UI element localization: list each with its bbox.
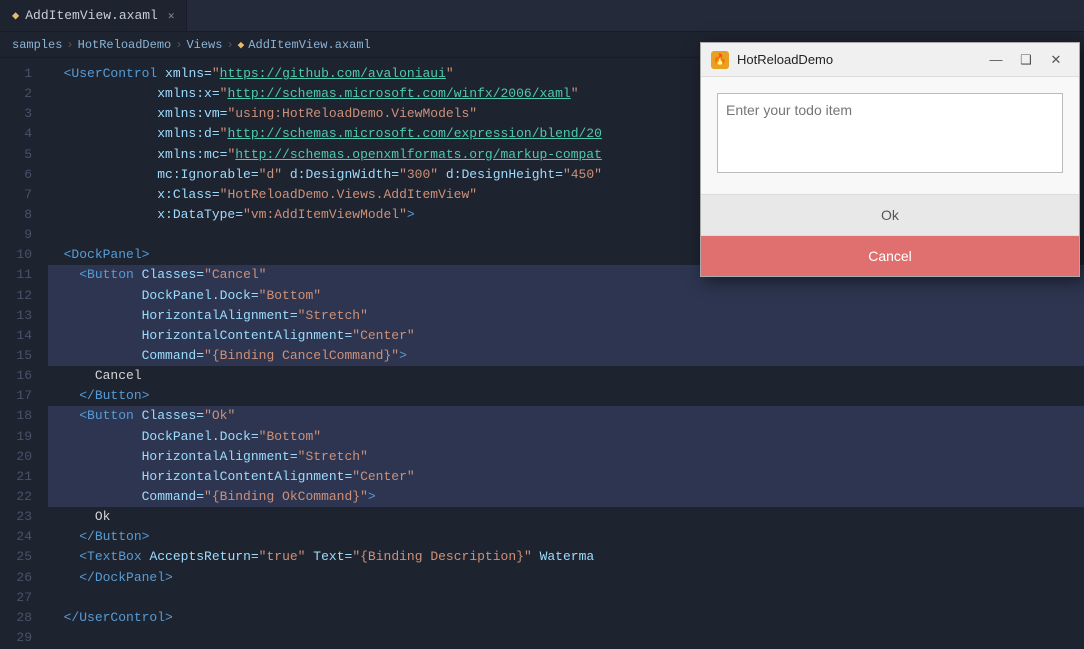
modal-title: HotReloadDemo — [737, 52, 975, 67]
code-line-24: </Button> — [48, 527, 1084, 547]
modal-titlebar: 🔥 HotReloadDemo — ❑ ✕ — [701, 43, 1079, 77]
code-line-16: Cancel — [48, 366, 1084, 386]
code-line-17: </Button> — [48, 386, 1084, 406]
code-line-26: </DockPanel> — [48, 568, 1084, 588]
code-line-29 — [48, 628, 1084, 648]
code-line-27 — [48, 588, 1084, 608]
modal-restore-button[interactable]: ❑ — [1013, 50, 1039, 70]
code-line-22: Command="{Binding OkCommand}"> — [48, 487, 1084, 507]
modal-window: 🔥 HotReloadDemo — ❑ ✕ Ok Cancel — [700, 42, 1080, 277]
modal-app-icon: 🔥 — [711, 51, 729, 69]
tab-additemview[interactable]: ◆ AddItemView.axaml ✕ — [0, 0, 187, 31]
modal-action-buttons: Ok Cancel — [701, 194, 1079, 276]
code-line-25: <TextBox AcceptsReturn="true" Text="{Bin… — [48, 547, 1084, 567]
tab-label: AddItemView.axaml — [25, 8, 158, 23]
modal-minimize-button[interactable]: — — [983, 50, 1009, 70]
tab-bar: ◆ AddItemView.axaml ✕ — [0, 0, 1084, 32]
code-line-19: DockPanel.Dock="Bottom" — [48, 427, 1084, 447]
code-line-28: </UserControl> — [48, 608, 1084, 628]
breadcrumb-file[interactable]: AddItemView.axaml — [248, 38, 370, 52]
code-line-12: DockPanel.Dock="Bottom" — [48, 286, 1084, 306]
cancel-button[interactable]: Cancel — [701, 236, 1079, 276]
modal-body — [701, 77, 1079, 194]
modal-window-controls: — ❑ ✕ — [983, 50, 1069, 70]
todo-input[interactable] — [717, 93, 1063, 173]
ok-button[interactable]: Ok — [701, 195, 1079, 236]
code-line-20: HorizontalAlignment="Stretch" — [48, 447, 1084, 467]
breadcrumb-hotreloaddemo[interactable]: HotReloadDemo — [78, 38, 172, 52]
code-line-23: Ok — [48, 507, 1084, 527]
code-line-14: HorizontalContentAlignment="Center" — [48, 326, 1084, 346]
code-line-13: HorizontalAlignment="Stretch" — [48, 306, 1084, 326]
code-line-15: Command="{Binding CancelCommand}"> — [48, 346, 1084, 366]
modal-close-button[interactable]: ✕ — [1043, 50, 1069, 70]
code-line-21: HorizontalContentAlignment="Center" — [48, 467, 1084, 487]
tab-file-icon: ◆ — [12, 8, 19, 23]
line-numbers: 12345 678910 1112131415 1617181920 21222… — [0, 58, 40, 649]
code-line-18: <Button Classes="Ok" — [48, 406, 1084, 426]
tab-close-button[interactable]: ✕ — [168, 9, 175, 23]
breadcrumb-file-icon: ◆ — [238, 38, 245, 52]
breadcrumb-views[interactable]: Views — [186, 38, 222, 52]
breadcrumb-samples[interactable]: samples — [12, 38, 62, 52]
